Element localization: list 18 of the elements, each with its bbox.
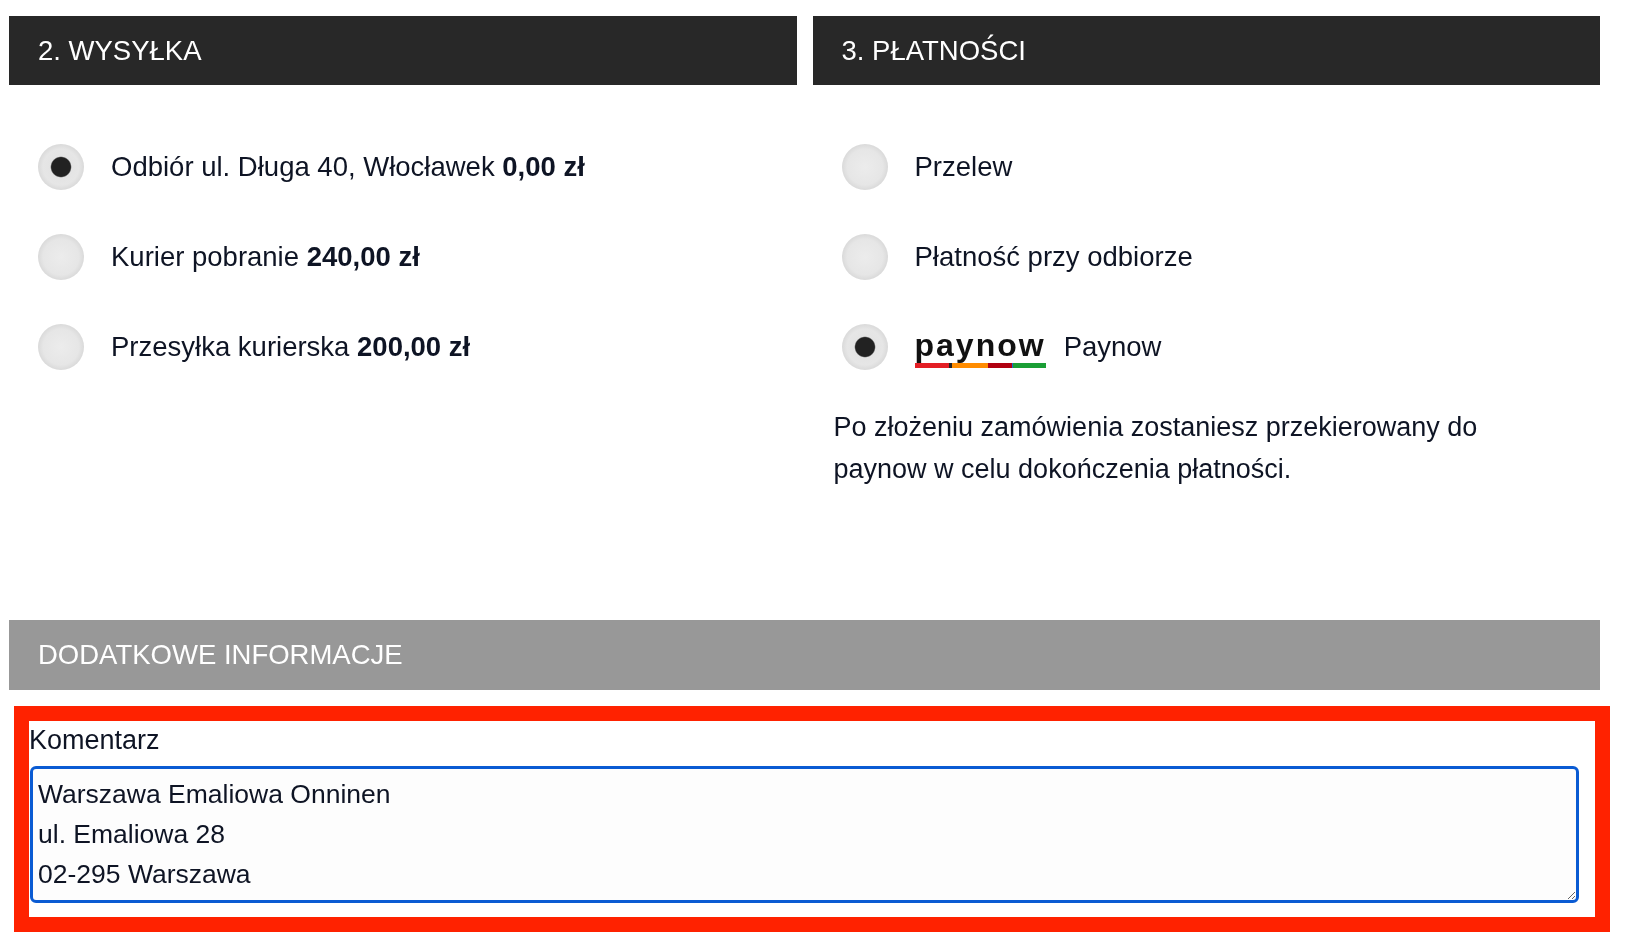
- radio-button[interactable]: [38, 144, 84, 190]
- radio-button[interactable]: [38, 324, 84, 370]
- radio-button[interactable]: [841, 234, 888, 280]
- radio-button[interactable]: [38, 234, 84, 280]
- section-header: DODATKOWE INFORMACJE: [9, 620, 1600, 690]
- shipping-option-label: Przesyłka kurierska 200,00 zł: [111, 331, 471, 363]
- comment-field[interactable]: Warszawa Emaliowa Onninen ul. Emaliowa 28 02-295 Warszawa: [30, 766, 1579, 903]
- payment-option-label: Paynow: [1063, 331, 1162, 363]
- radio-button[interactable]: [841, 144, 888, 190]
- section-header: 3. PŁATNOŚCI: [812, 16, 1600, 85]
- shipping-option-label: Odbiór ul. Długa 40, Włocławek 0,00 zł: [111, 151, 585, 183]
- payment-note: Po złożeniu zamówienia zostaniesz przekierowany do paynow w celu dokończenia płatności.: [833, 411, 1479, 486]
- payment-option-label: Płatność przy odbiorze: [914, 241, 1193, 273]
- payment-option-label: Przelew: [914, 151, 1013, 183]
- section-header: 2. WYSYŁKA: [9, 16, 797, 85]
- shipping-option-label: Kurier pobranie 240,00 zł: [111, 241, 420, 273]
- radio-button[interactable]: [841, 324, 888, 370]
- field-label: Komentarz: [29, 725, 160, 755]
